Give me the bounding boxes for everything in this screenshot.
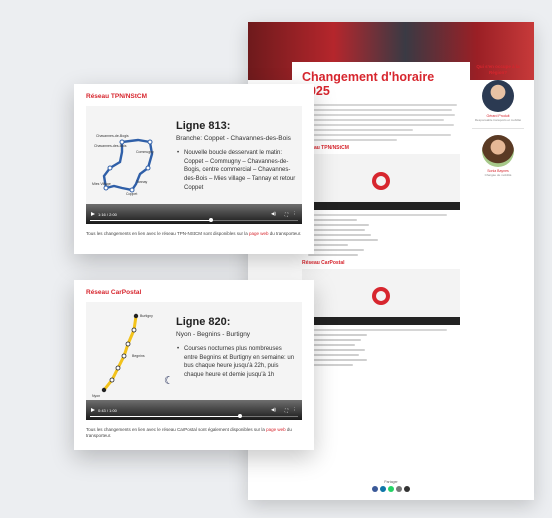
video-progress-bar[interactable] [90, 218, 298, 222]
whatsapp-icon[interactable] [388, 486, 394, 492]
map-label: Nyon [92, 394, 101, 398]
map-label: Begnins [132, 354, 145, 358]
email-icon[interactable] [396, 486, 402, 492]
map-label: Chavannes-de-Bogis [96, 134, 129, 138]
contact-sidebar: Qui s'en occupe à la Région? Gérard Prod… [470, 64, 526, 183]
volume-icon[interactable]: ◀) [271, 407, 276, 413]
video-player-carpostal[interactable] [302, 269, 460, 325]
route-map-820 [101, 313, 139, 393]
section-heading-tpn: Réseau TPN/NStCM [302, 145, 349, 151]
line-title: Ligne 813: [176, 120, 231, 132]
share-label: Partager [384, 480, 398, 484]
card-caption: Tous les changements en lien avec le rés… [86, 231, 302, 236]
more-options-icon[interactable]: ⋮ [293, 407, 298, 413]
line-subtitle: Branche: Coppet - Chavannes-des-Bois [176, 135, 291, 142]
fullscreen-icon[interactable]: ⛶ [285, 212, 288, 217]
avatar [482, 134, 514, 167]
share-footer: Partager [248, 480, 534, 492]
facebook-icon[interactable] [372, 486, 378, 492]
play-icon[interactable] [91, 408, 95, 412]
map-label: Burtigny [140, 314, 153, 318]
moon-icon: ☾ [164, 375, 174, 387]
map-label: Commugny [136, 150, 154, 154]
linkedin-icon[interactable] [380, 486, 386, 492]
card-caption: Tous les changements en lien avec le rés… [86, 427, 292, 439]
contact-role: Chargée de mobilité [484, 172, 512, 177]
share-icon[interactable] [404, 486, 410, 492]
video-controls: 0:43 / 1:00 ◀) ⛶ ⋮ [86, 400, 302, 420]
video-player-tpn[interactable] [302, 154, 460, 210]
volume-icon[interactable]: ◀) [271, 211, 276, 217]
video-time: 1:16 / 2:00 [98, 212, 117, 217]
region-logo-icon [372, 172, 390, 190]
map-label: Mies Village [92, 182, 111, 186]
fullscreen-icon[interactable]: ⛶ [285, 408, 288, 413]
region-logo-icon [372, 287, 390, 305]
article-body: Changement d'horaire 2025 Réseau TPN/NSt… [292, 62, 470, 492]
play-icon[interactable] [91, 212, 95, 216]
map-label: Tannay [136, 180, 148, 184]
video-controls: 1:16 / 2:00 ◀) ⛶ ⋮ [86, 204, 302, 224]
card-header: Réseau TPN/NStCM [86, 93, 148, 100]
card-header: Réseau CarPostal [86, 289, 142, 296]
avatar [482, 79, 514, 112]
transporter-web-link[interactable]: page web [266, 427, 286, 432]
line-title: Ligne 820: [176, 316, 231, 328]
card-tpn-network: Réseau TPN/NStCM Chavannes-de-Bogis Chav… [74, 84, 314, 254]
sidebar-question: Qui s'en occupe à la Région? [476, 64, 520, 75]
page-title: Changement d'horaire 2025 [302, 70, 435, 98]
line-description: Courses nocturnes plus nombreuses entre … [177, 345, 296, 380]
map-label: Coppet [126, 192, 138, 196]
line-subtitle: Nyon - Begnins - Burtigny [176, 331, 251, 338]
video-player[interactable]: Burtigny Begnins Nyon ☾ Ligne 820: Nyon … [86, 302, 302, 420]
route-map-813 [102, 138, 154, 193]
section-heading-carpostal: Réseau CarPostal [302, 260, 345, 266]
transporter-web-link[interactable]: page web [249, 231, 269, 236]
video-progress-bar[interactable] [90, 414, 298, 418]
video-time: 0:43 / 1:00 [98, 408, 117, 413]
contact-role: Responsable transports et mobilité [474, 117, 522, 122]
map-label: Chavannes-des-Bois [94, 144, 127, 148]
card-carpostal-network: Réseau CarPostal Burtigny Begnins Nyon ☾… [74, 280, 314, 450]
video-player[interactable]: Chavannes-de-Bogis Chavannes-des-Bois Co… [86, 106, 302, 224]
line-description: Nouvelle boucle desservant le matin: Cop… [177, 149, 296, 192]
more-options-icon[interactable]: ⋮ [293, 211, 298, 217]
